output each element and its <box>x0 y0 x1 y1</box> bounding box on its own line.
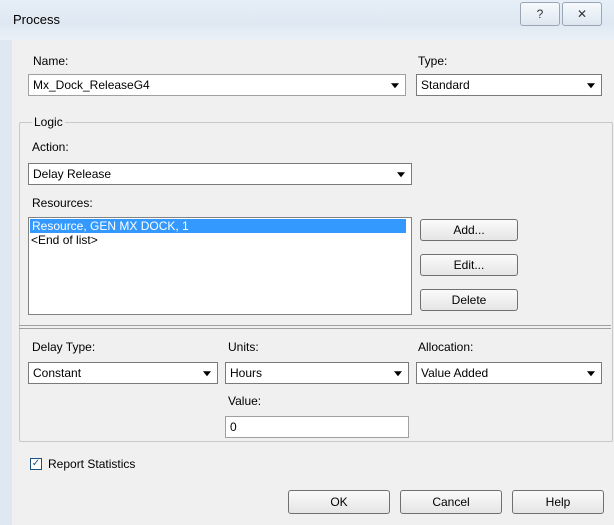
name-label: Name: <box>33 54 69 68</box>
divider <box>19 325 611 326</box>
action-select[interactable]: Delay Release <box>28 163 412 185</box>
allocation-select[interactable]: Value Added <box>416 362 602 384</box>
action-value: Delay Release <box>33 167 112 181</box>
name-combobox[interactable]: Mx_Dock_ReleaseG4 <box>28 74 406 96</box>
delete-button[interactable]: Delete <box>420 289 518 311</box>
resources-label: Resources: <box>32 196 93 210</box>
ok-button[interactable]: OK <box>288 490 390 514</box>
report-statistics-checkbox[interactable]: ✓ <box>30 458 42 470</box>
checkmark-icon: ✓ <box>31 458 41 469</box>
units-value: Hours <box>230 366 263 380</box>
value-text: 0 <box>230 420 237 434</box>
chevron-down-icon[interactable] <box>587 371 595 377</box>
type-select[interactable]: Standard <box>416 74 602 96</box>
chevron-down-icon[interactable] <box>203 371 211 377</box>
chevron-down-icon[interactable] <box>394 371 402 377</box>
divider <box>19 328 611 329</box>
value-input[interactable]: 0 <box>225 416 409 438</box>
action-label: Action: <box>32 140 69 154</box>
type-label: Type: <box>418 54 448 68</box>
delay-type-value: Constant <box>33 366 82 380</box>
cancel-button[interactable]: Cancel <box>400 490 502 514</box>
allocation-label: Allocation: <box>418 340 474 354</box>
allocation-value: Value Added <box>421 366 489 380</box>
delay-type-select[interactable]: Constant <box>28 362 218 384</box>
close-title-button[interactable]: ✕ <box>562 2 602 26</box>
units-select[interactable]: Hours <box>225 362 409 384</box>
report-statistics-label[interactable]: Report Statistics <box>48 457 135 471</box>
list-item[interactable]: <End of list> <box>29 233 411 247</box>
units-label: Units: <box>228 340 259 354</box>
help-button[interactable]: Help <box>512 490 604 514</box>
close-icon: ✕ <box>576 7 588 21</box>
chevron-down-icon[interactable] <box>397 172 405 178</box>
help-title-button[interactable]: ? <box>520 2 560 26</box>
value-label: Value: <box>228 394 262 408</box>
help-icon: ? <box>536 7 544 21</box>
name-value: Mx_Dock_ReleaseG4 <box>33 78 150 92</box>
edit-button[interactable]: Edit... <box>420 254 518 276</box>
delay-type-label: Delay Type: <box>32 340 96 354</box>
chevron-down-icon[interactable] <box>391 83 399 89</box>
resources-listbox[interactable]: Resource, GEN MX DOCK, 1 <End of list> <box>28 217 412 315</box>
logic-group-label: Logic <box>32 115 65 129</box>
type-value: Standard <box>421 78 470 92</box>
chevron-down-icon[interactable] <box>587 83 595 89</box>
add-button[interactable]: Add... <box>420 219 518 241</box>
window-title: Process <box>13 12 60 27</box>
list-item[interactable]: Resource, GEN MX DOCK, 1 <box>30 219 406 233</box>
window-frame-edge <box>0 40 12 525</box>
